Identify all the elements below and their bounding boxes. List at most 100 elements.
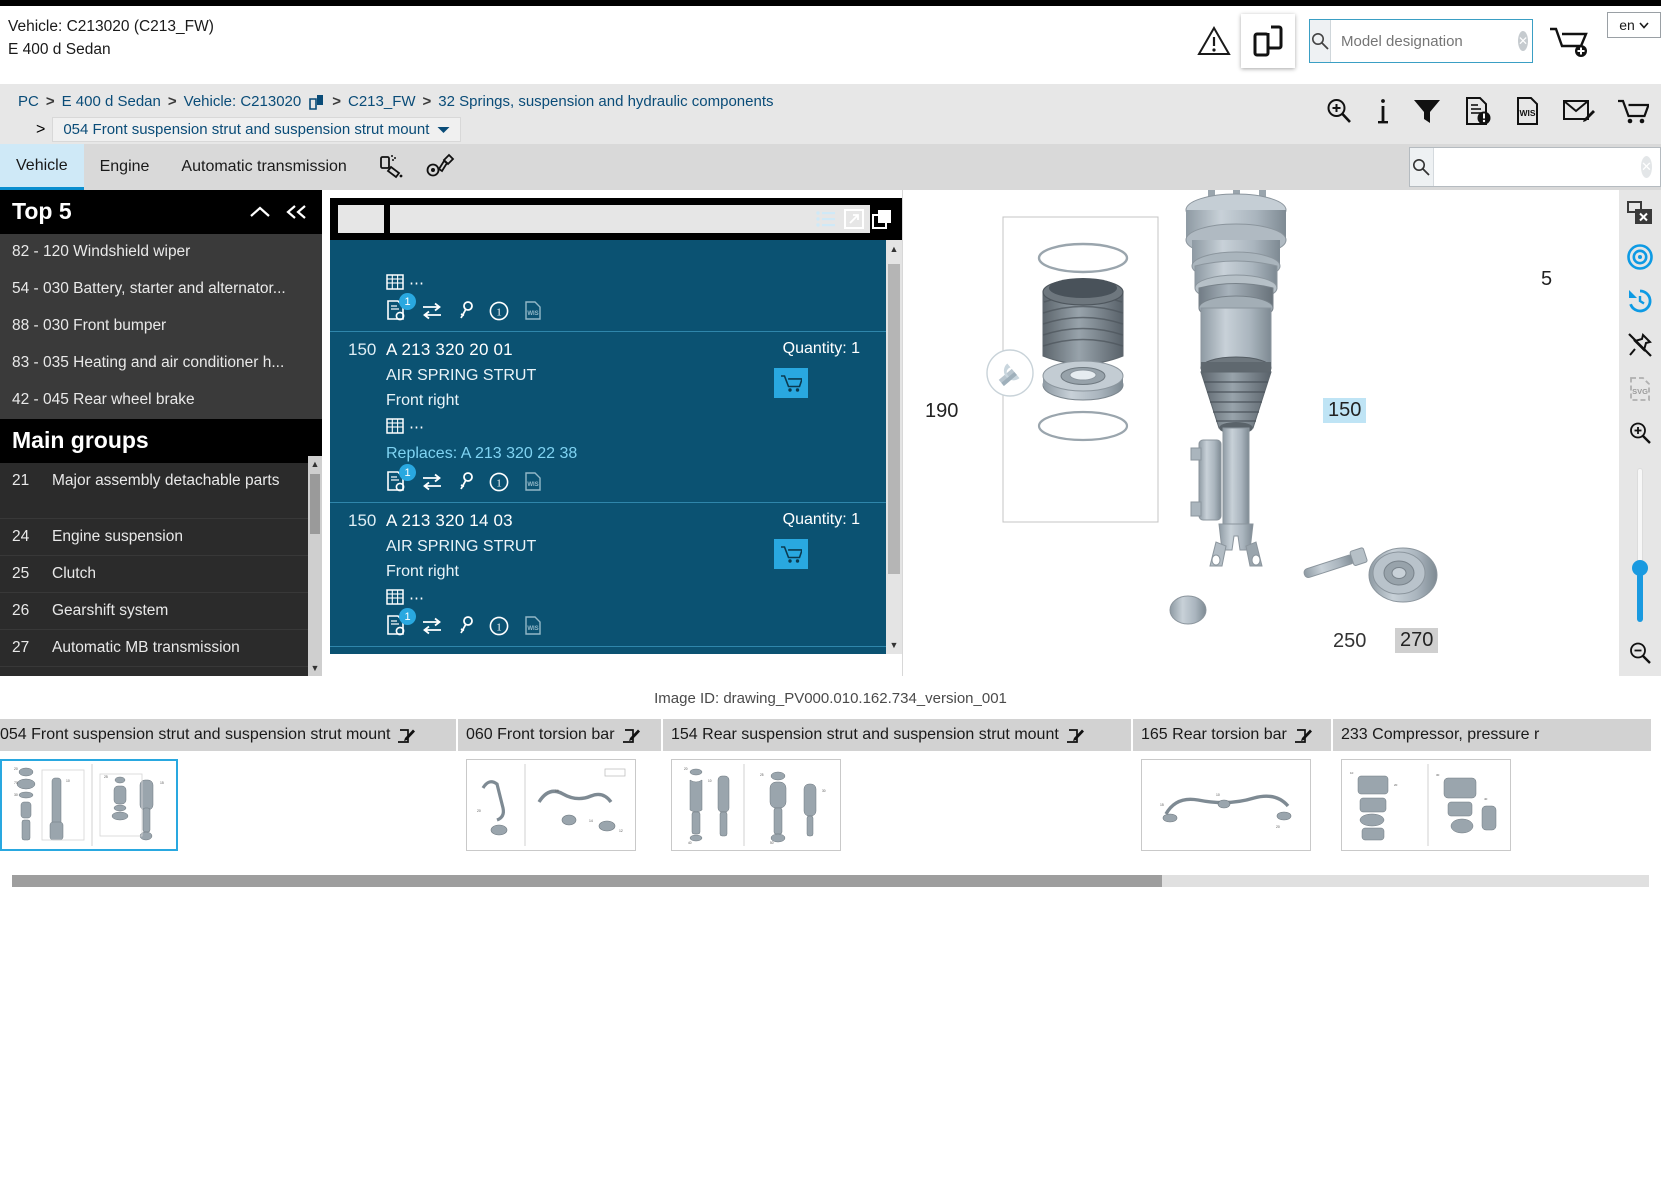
thumbnail-image[interactable]: 20 70 30 10 25 15 xyxy=(0,759,178,851)
close-window-icon[interactable] xyxy=(1625,198,1655,228)
wis-document-icon[interactable]: WIS xyxy=(1514,96,1541,126)
scroll-down-arrow[interactable]: ▼ xyxy=(308,660,322,676)
sidebar-main-group-25[interactable]: 25 Clutch xyxy=(0,556,322,593)
thumbnail-item-154[interactable]: 154 Rear suspension strut and suspension… xyxy=(663,719,1133,851)
zoom-out-icon[interactable] xyxy=(1625,638,1655,668)
table-row[interactable]: 150 A 213 320 14 03 AIR SPRING STRUT Fro… xyxy=(330,503,902,647)
sidebar-main-group-27[interactable]: 27 Automatic MB transmission xyxy=(0,630,322,667)
breadcrumb-item-group[interactable]: 32 Springs, suspension and hydraulic com… xyxy=(438,90,773,114)
key-icon[interactable] xyxy=(457,300,475,321)
duplicate-icon[interactable] xyxy=(872,209,892,229)
language-selector[interactable]: en xyxy=(1607,12,1661,38)
wis-icon[interactable]: WIS xyxy=(523,471,543,492)
technical-drawing-panel[interactable]: 5 190 150 250 270 SVG xyxy=(902,190,1661,676)
scrollbar-thumb[interactable] xyxy=(310,474,320,534)
thumbnail-title[interactable]: 060 Front torsion bar xyxy=(458,719,663,751)
document-search-icon[interactable]: 1 xyxy=(386,464,416,492)
filter-funnel-icon[interactable] xyxy=(1412,97,1442,125)
model-designation-input[interactable] xyxy=(1331,20,1540,62)
target-focus-icon[interactable] xyxy=(1625,242,1655,272)
thumbnail-image[interactable]: 10 20 30 40 xyxy=(1341,759,1511,851)
unpin-icon[interactable] xyxy=(1625,330,1655,360)
key-icon[interactable] xyxy=(457,471,475,492)
warning-triangle-icon[interactable] xyxy=(1191,18,1237,64)
info-icon[interactable] xyxy=(1376,96,1390,126)
table-row[interactable]: ⋯ 1 1 WIS xyxy=(330,240,902,332)
add-to-cart-button[interactable] xyxy=(774,539,808,569)
scrollbar-thumb[interactable] xyxy=(888,264,900,574)
tab-vehicle[interactable]: Vehicle xyxy=(0,144,84,190)
add-to-cart-button[interactable] xyxy=(774,368,808,398)
thumbnail-title[interactable]: 054 Front suspension strut and suspensio… xyxy=(0,719,458,751)
drawing-label-270[interactable]: 270 xyxy=(1395,628,1439,653)
copy-documents-button[interactable] xyxy=(1241,14,1295,68)
thumbnail-image[interactable]: 15 10 20 xyxy=(1141,759,1311,851)
svg-export-icon[interactable]: SVG xyxy=(1625,374,1655,404)
parts-header-field[interactable] xyxy=(390,205,870,233)
sidebar-top5-item-1[interactable]: 54 - 030 Battery, starter and alternator… xyxy=(0,271,322,308)
edit-icon[interactable] xyxy=(398,727,416,744)
scroll-up-arrow[interactable]: ▲ xyxy=(886,240,902,258)
exchange-arrows-icon[interactable] xyxy=(421,617,443,635)
cart-icon[interactable] xyxy=(1617,98,1649,125)
history-reset-icon[interactable] xyxy=(1625,286,1655,316)
part-replaces-link[interactable]: Replaces: A 213 320 22 38 xyxy=(330,445,902,463)
exploded-view-drawing[interactable] xyxy=(903,190,1623,676)
zoom-in-icon[interactable] xyxy=(1324,96,1354,126)
document-alert-icon[interactable] xyxy=(1464,96,1492,126)
zoom-slider[interactable] xyxy=(1632,468,1648,622)
key-icon[interactable] xyxy=(457,615,475,636)
mail-edit-icon[interactable] xyxy=(1563,98,1595,124)
thumbnail-item-060[interactable]: 060 Front torsion bar 20 10 14 12 xyxy=(458,719,663,851)
breadcrumb-item-pc[interactable]: PC xyxy=(18,90,39,114)
info-circle-icon[interactable]: 1 xyxy=(489,472,509,492)
breadcrumb-current-dropdown[interactable]: 054 Front suspension strut and suspensio… xyxy=(52,117,462,142)
exchange-arrows-icon[interactable] xyxy=(421,302,443,320)
breadcrumb-item-model[interactable]: E 400 d Sedan xyxy=(62,90,161,114)
edit-icon[interactable] xyxy=(622,727,640,744)
tab-automatic-transmission[interactable]: Automatic transmission xyxy=(165,144,362,190)
tab-engine[interactable]: Engine xyxy=(84,144,166,190)
thumbnail-title[interactable]: 233 Compressor, pressure r xyxy=(1333,719,1653,751)
bolt-gear-icon[interactable] xyxy=(425,153,455,181)
zoom-slider-handle[interactable] xyxy=(1632,559,1648,576)
zoom-in-icon[interactable] xyxy=(1625,418,1655,448)
edit-icon[interactable] xyxy=(1066,727,1084,744)
info-circle-icon[interactable]: 1 xyxy=(489,301,509,321)
document-search-icon[interactable]: 1 xyxy=(386,293,416,321)
sidebar-scrollbar[interactable]: ▲ ▼ xyxy=(308,456,322,676)
thumbnail-image[interactable]: 20 10 14 12 xyxy=(466,759,636,851)
paint-spray-icon[interactable] xyxy=(377,153,407,181)
part-number[interactable]: A 213 320 14 03 xyxy=(386,511,783,531)
wis-icon[interactable]: WIS xyxy=(523,615,543,636)
sidebar-main-group-24[interactable]: 24 Engine suspension xyxy=(0,519,322,556)
expand-icon[interactable] xyxy=(844,209,864,229)
info-circle-icon[interactable]: 1 xyxy=(489,616,509,636)
sidebar-top5-item-4[interactable]: 42 - 045 Rear wheel brake xyxy=(0,382,322,419)
parts-search-field[interactable]: ✕ xyxy=(1409,147,1661,187)
scrollbar-thumb[interactable] xyxy=(12,875,1162,887)
model-designation-search[interactable]: ✕ xyxy=(1309,19,1540,63)
document-search-icon[interactable]: 1 xyxy=(386,608,416,636)
chevron-up-icon[interactable] xyxy=(248,204,272,220)
parts-list-body[interactable]: ⋯ 1 1 WIS 150 A 213 320 20 01 AIR SPRING… xyxy=(330,240,902,654)
thumbnail-title[interactable]: 165 Rear torsion bar xyxy=(1133,719,1333,751)
sidebar-main-group-29[interactable]: 29 Pedal assembly xyxy=(0,667,322,676)
thumbnail-item-054[interactable]: 054 Front suspension strut and suspensio… xyxy=(0,719,458,851)
drawing-label-150[interactable]: 150 xyxy=(1323,398,1367,423)
cart-add-icon[interactable] xyxy=(1539,18,1601,64)
wis-icon[interactable]: WIS xyxy=(523,300,543,321)
thumbnail-image[interactable]: 20 10 25 30 40 50 xyxy=(671,759,841,851)
breadcrumb-item-chassis[interactable]: C213_FW xyxy=(348,90,416,114)
sidebar-main-group-26[interactable]: 26 Gearshift system xyxy=(0,593,322,630)
exchange-arrows-icon[interactable] xyxy=(421,473,443,491)
grid-expand-control[interactable]: ⋯ xyxy=(330,274,902,292)
part-number[interactable]: A 213 320 20 01 xyxy=(386,340,783,360)
clear-x-icon[interactable]: ✕ xyxy=(1640,156,1652,178)
sidebar-top5-item-3[interactable]: 83 - 035 Heating and air conditioner h..… xyxy=(0,345,322,382)
grid-expand-control[interactable]: ⋯ xyxy=(330,589,902,607)
scroll-down-arrow[interactable]: ▼ xyxy=(886,636,902,654)
clear-x-icon[interactable]: ✕ xyxy=(1518,31,1529,51)
grid-expand-control[interactable]: ⋯ xyxy=(330,418,902,436)
double-chevron-left-icon[interactable] xyxy=(284,204,310,220)
